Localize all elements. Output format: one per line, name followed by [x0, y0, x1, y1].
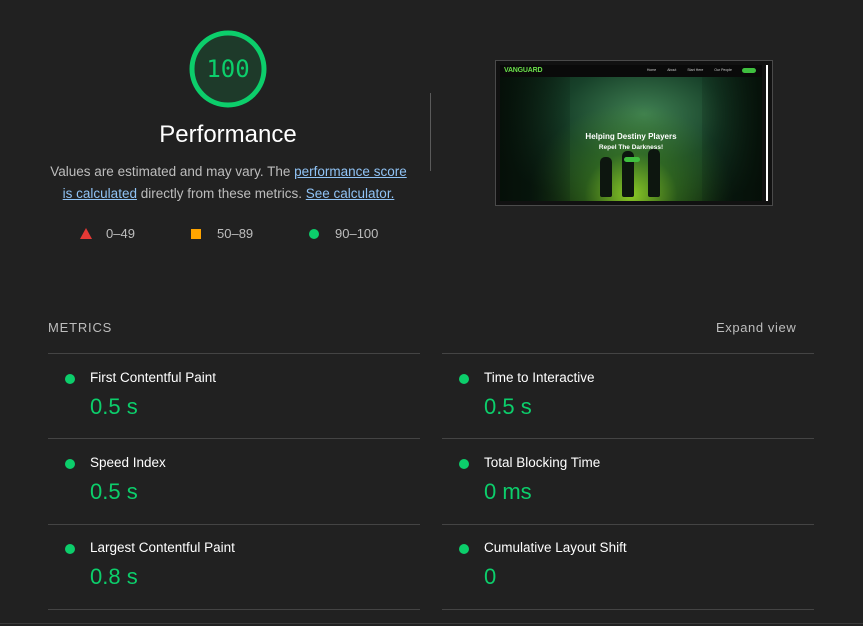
legend-average-range: 50–89 [217, 226, 254, 241]
pass-circle-icon [65, 459, 75, 469]
metric-cumulative-layout-shift[interactable]: Cumulative Layout Shift 0 [442, 524, 812, 608]
metrics-header: METRICS [48, 320, 113, 335]
lighthouse-report: 100 Performance Values are estimated and… [0, 0, 863, 626]
metric-value: 0.8 s [90, 564, 138, 589]
pass-circle-icon [459, 459, 469, 469]
metric-value: 0.5 s [90, 479, 138, 504]
metric-title: Largest Contentful Paint [90, 540, 235, 555]
screenshot-logo: VANGUARD [504, 67, 543, 74]
desc-prefix: Values are estimated and may vary. The [50, 164, 295, 179]
metric-largest-contentful-paint[interactable]: Largest Contentful Paint 0.8 s [48, 524, 418, 608]
performance-title: Performance [159, 121, 297, 148]
square-average-icon [191, 229, 201, 239]
metric-divider [442, 609, 814, 610]
desc-middle: directly from these metrics. [136, 186, 306, 201]
screenshot-nav-link: Home [646, 68, 657, 72]
score-value: 100 [206, 55, 250, 83]
metric-title: Cumulative Layout Shift [484, 540, 627, 555]
performance-description: Values are estimated and may vary. The p… [48, 161, 409, 205]
see-calculator-link[interactable]: See calculator. [306, 186, 395, 201]
screenshot-nav-link: Our People [714, 68, 732, 72]
metric-title: First Contentful Paint [90, 370, 217, 385]
pass-circle-icon [459, 544, 469, 554]
screenshot-nav-link: About [667, 68, 677, 72]
pass-circle-icon [459, 374, 469, 384]
circle-pass-icon [309, 229, 319, 239]
hero-figure [600, 157, 612, 197]
screenshot-scrollbar [766, 65, 768, 201]
pass-circle-icon [65, 544, 75, 554]
metric-divider [48, 609, 420, 610]
pass-circle-icon [65, 374, 75, 384]
metric-total-blocking-time[interactable]: Total Blocking Time 0 ms [442, 439, 812, 523]
metric-title: Time to Interactive [484, 370, 595, 385]
metric-time-to-interactive[interactable]: Time to Interactive 0.5 s [442, 354, 812, 438]
expand-view-toggle[interactable]: Expand view [716, 320, 796, 335]
metric-value: 0.5 s [90, 394, 138, 419]
legend-pass-range: 90–100 [335, 226, 379, 241]
metric-value: 0 ms [484, 479, 532, 504]
performance-score-gauge: 100 [188, 29, 268, 109]
screenshot-cta-button [624, 157, 640, 162]
metric-value: 0.5 s [484, 394, 532, 419]
triangle-fail-icon [80, 228, 92, 239]
score-legend: 0–49 50–89 90–100 [80, 225, 400, 243]
metric-title: Speed Index [90, 455, 166, 470]
screenshot-nav-links: Home About Start Here Our People [637, 68, 732, 72]
screenshot-subheadline: Repel The Darkness! [598, 144, 664, 151]
footer-divider [0, 623, 863, 624]
screenshot-nav-button [742, 68, 756, 73]
screenshot-navbar: VANGUARD Home About Start Here Our Peopl… [500, 65, 762, 77]
metric-value: 0 [484, 564, 497, 589]
hero-figure [648, 149, 660, 197]
metric-first-contentful-paint[interactable]: First Contentful Paint 0.5 s [48, 354, 418, 438]
final-screenshot-thumbnail[interactable]: Helping Destiny Players Repel The Darkne… [495, 60, 773, 206]
metric-title: Total Blocking Time [484, 455, 601, 470]
metric-speed-index[interactable]: Speed Index 0.5 s [48, 439, 418, 523]
screenshot-nav-link: Start Here [687, 68, 704, 72]
screenshot-hero-image: Helping Destiny Players Repel The Darkne… [500, 77, 762, 201]
legend-fail-range: 0–49 [106, 226, 135, 241]
vertical-divider [430, 93, 431, 171]
screenshot-headline: Helping Destiny Players [585, 132, 677, 141]
